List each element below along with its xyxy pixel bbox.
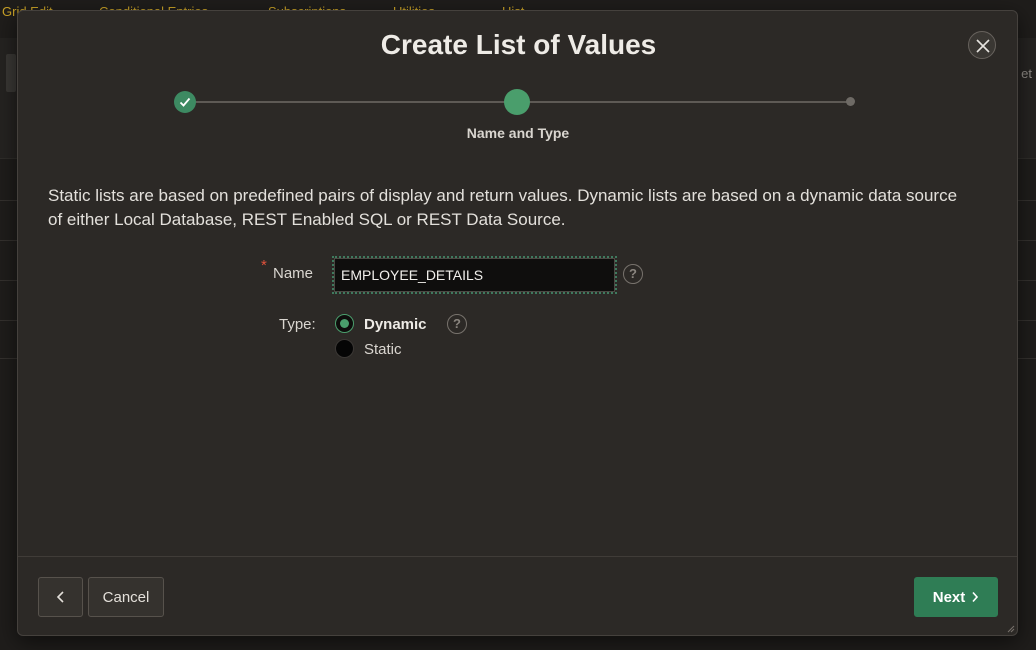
- name-label: Name: [273, 265, 314, 282]
- close-icon: [976, 39, 990, 53]
- back-button[interactable]: [38, 577, 83, 617]
- dialog-title: Create List of Values: [380, 29, 657, 60]
- name-input[interactable]: [332, 256, 617, 294]
- next-button-label: Next: [932, 588, 966, 606]
- wizard-step-label: Name and Type: [466, 125, 570, 141]
- wizard-step-current: [504, 89, 530, 115]
- type-label: Type:: [279, 316, 316, 333]
- wizard-step-complete: [174, 91, 196, 113]
- required-indicator: *: [261, 257, 267, 274]
- chevron-right-icon: [972, 591, 979, 603]
- name-help-button[interactable]: ?: [623, 264, 643, 284]
- type-help-button[interactable]: ?: [447, 314, 467, 334]
- close-button[interactable]: [968, 31, 996, 59]
- footer-divider: [18, 556, 1017, 557]
- check-icon: [179, 97, 191, 107]
- next-button[interactable]: Next: [914, 577, 998, 617]
- background-button-stub: [6, 54, 16, 92]
- help-icon: ?: [629, 266, 637, 281]
- type-option-static-label[interactable]: Static: [364, 341, 402, 358]
- create-lov-dialog: Create List of Values Name and Type Stat…: [17, 10, 1018, 636]
- dialog-description: Static lists are based on predefined pai…: [48, 186, 958, 229]
- type-option-dynamic-label[interactable]: Dynamic: [364, 316, 427, 333]
- type-radio-static[interactable]: [335, 339, 354, 358]
- help-icon: ?: [453, 316, 461, 331]
- resize-handle-icon[interactable]: [1005, 623, 1015, 633]
- type-radio-dynamic[interactable]: [335, 314, 354, 333]
- wizard-step-upcoming: [846, 97, 855, 106]
- cancel-button[interactable]: Cancel: [88, 577, 164, 617]
- background-right-text: et: [1021, 66, 1032, 81]
- chevron-left-icon: [56, 591, 64, 603]
